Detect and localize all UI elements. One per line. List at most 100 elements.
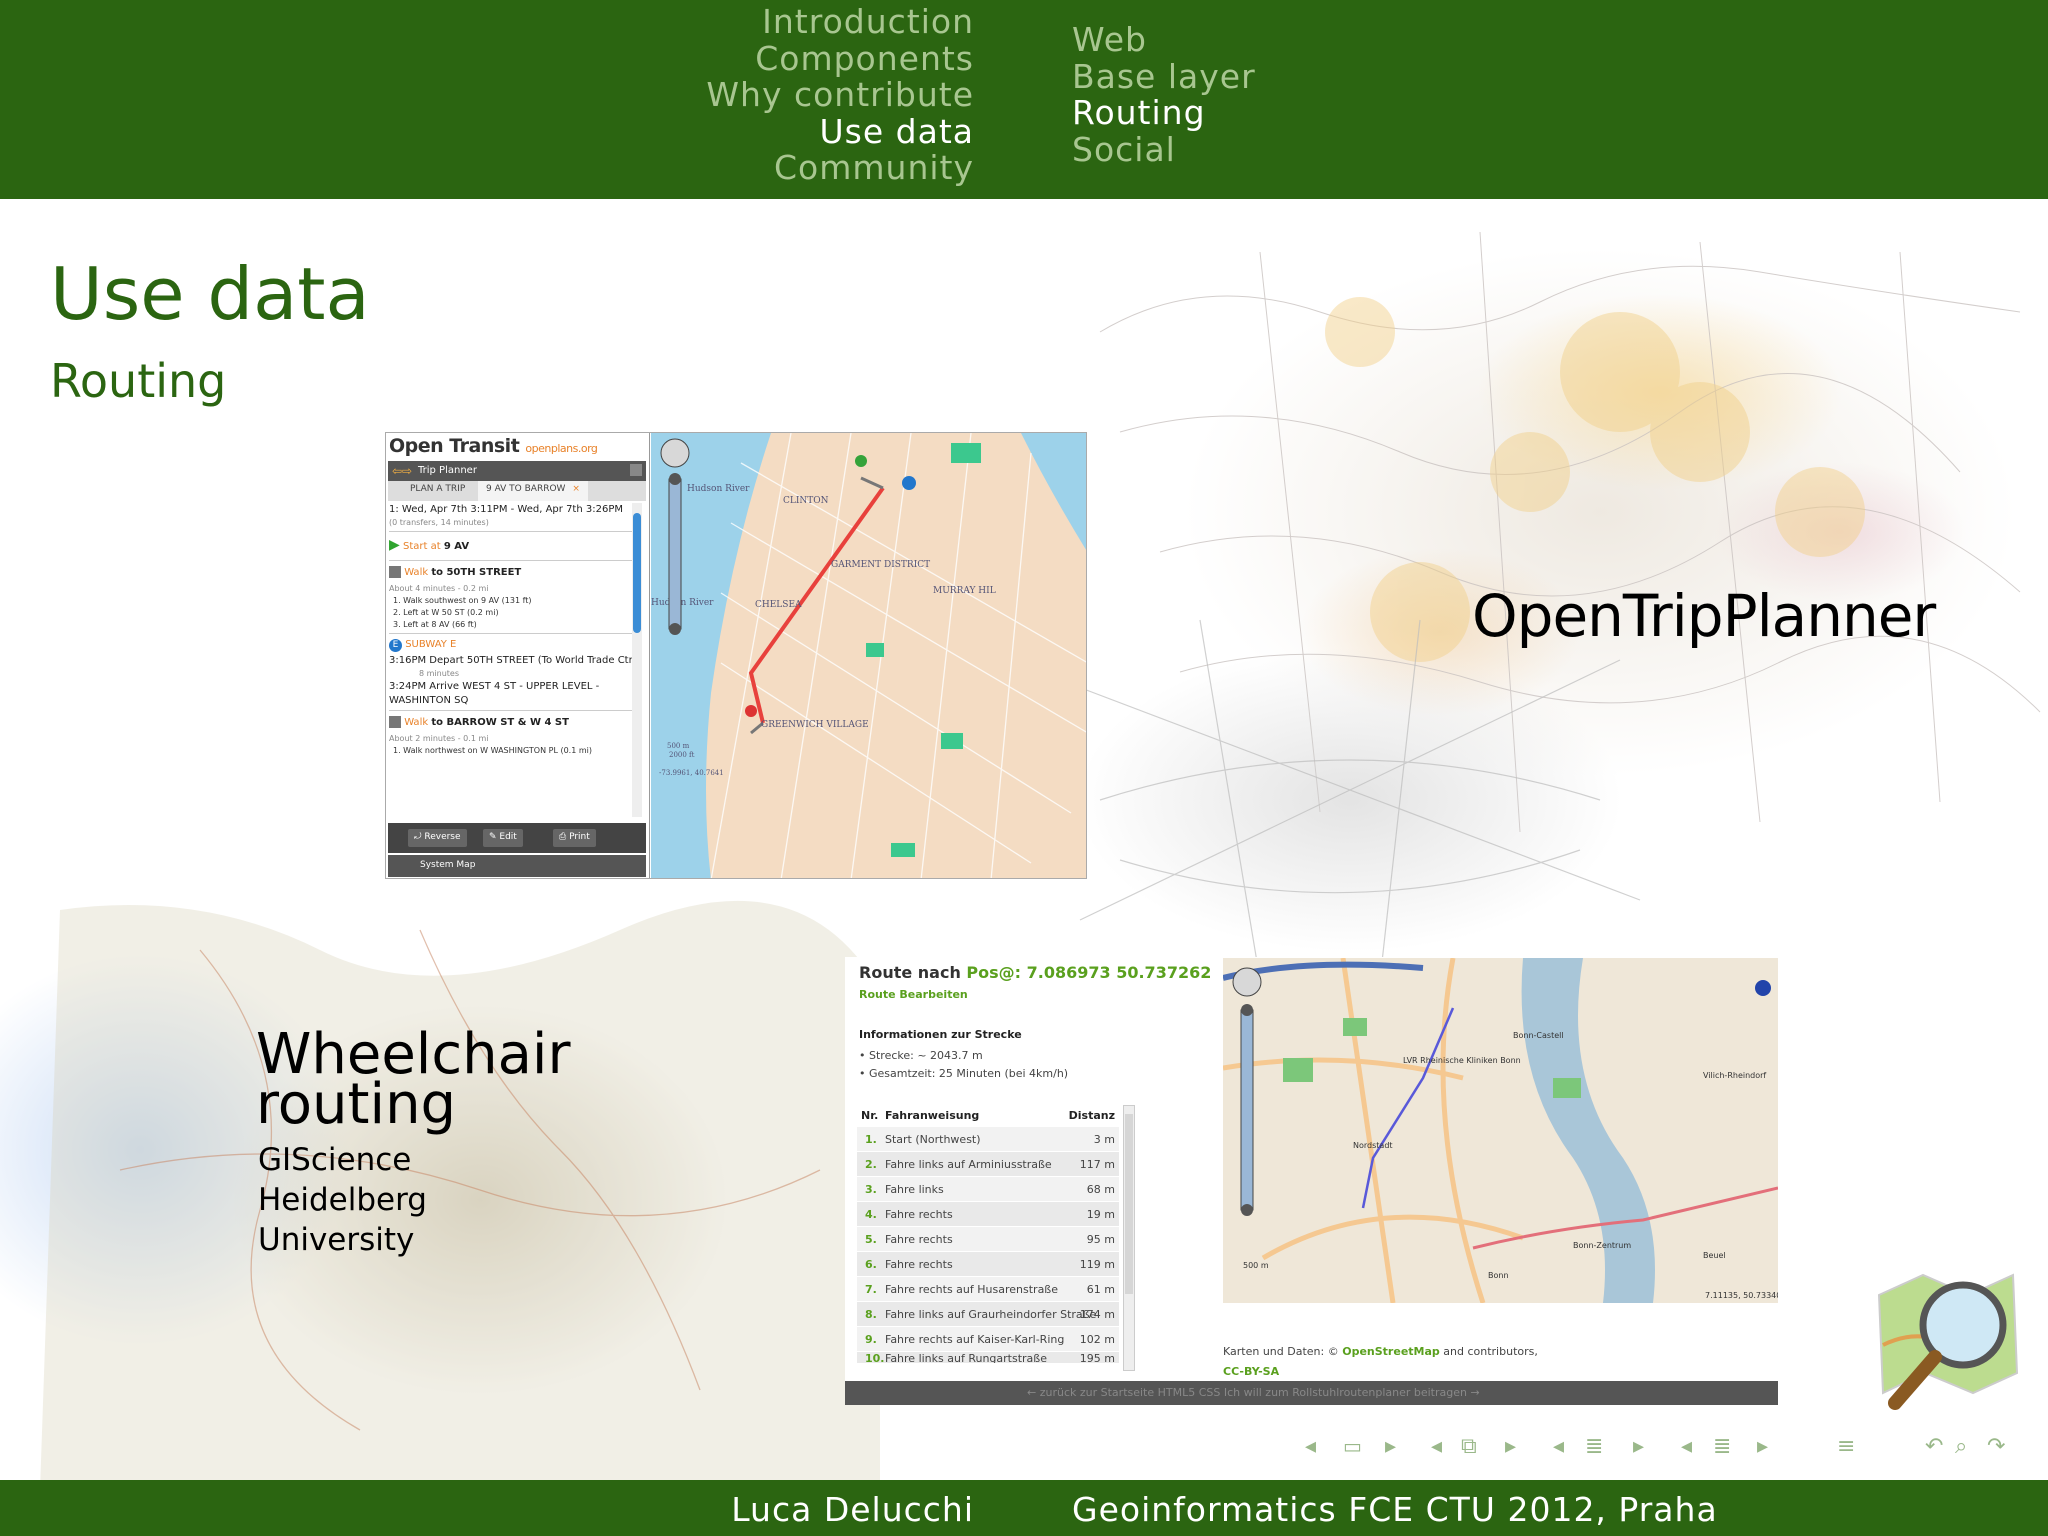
- subway-depart: 3:16PM Depart 50TH STREET (To World Trad…: [389, 655, 637, 666]
- part-forward-icon[interactable]: ▸: [1757, 1434, 1768, 1459]
- system-map-bar[interactable]: System Map: [388, 855, 646, 877]
- table-row[interactable]: 9. Fahre rechts auf Kaiser-Karl-Ring 102 m: [857, 1327, 1119, 1352]
- nav-subsection-base-layer[interactable]: Base layer: [1072, 58, 1256, 96]
- nav-section-components[interactable]: Components: [706, 40, 974, 78]
- walk1-label: Walk: [404, 567, 429, 578]
- map-label-garment: GARMENT DISTRICT: [831, 560, 930, 570]
- scrollbar-thumb[interactable]: [633, 513, 641, 633]
- frame-icon[interactable]: ▭: [1343, 1434, 1362, 1458]
- credit-university: University: [258, 1222, 415, 1258]
- map-label-bonn-zentrum: Bonn-Zentrum: [1573, 1241, 1631, 1250]
- open-transit-logo: Open Transit openplans.org: [389, 435, 598, 457]
- walk1-text: to 50TH STREET: [431, 567, 522, 578]
- footer-bar: Luca Delucchi Geoinformatics FCE CTU 201…: [0, 1480, 2048, 1536]
- openplans-link[interactable]: openplans.org: [525, 442, 597, 455]
- route-info-time: • Gesamtzeit: 25 Minuten (bei 4km/h): [859, 1067, 1069, 1080]
- subsection-forward-icon[interactable]: ▸: [1505, 1434, 1516, 1459]
- nyc-map-svg: Hudson River Hudson River CLINTON GARMEN…: [651, 433, 1086, 878]
- table-row[interactable]: 7. Fahre rechts auf Husarenstraße 61 m: [857, 1277, 1119, 1302]
- nav-subsection-web[interactable]: Web: [1072, 21, 1256, 59]
- row-nr: 1.: [865, 1133, 877, 1146]
- walk2-time: About 2 minutes - 0.1 mi: [389, 734, 489, 743]
- route-info-heading: Informationen zur Strecke: [859, 1028, 1022, 1041]
- map-coords: -73.9961, 40.7641: [659, 769, 724, 777]
- nav-section-why-contribute[interactable]: Why contribute: [706, 76, 974, 114]
- row-text: Fahre links auf Graurheindorfer Straße: [885, 1308, 1097, 1321]
- nav-subsection-social[interactable]: Social: [1072, 131, 1256, 169]
- table-row[interactable]: 5. Fahre rechts 95 m: [857, 1227, 1119, 1252]
- nav-left-arrow-icon[interactable]: ◂: [1305, 1434, 1316, 1459]
- walk1-step: 3. Left at 8 AV (66 ft): [393, 620, 477, 629]
- table-row[interactable]: 4. Fahre rechts 19 m: [857, 1202, 1119, 1227]
- scrollbar-thumb[interactable]: [1125, 1114, 1133, 1294]
- table-row[interactable]: 8. Fahre links auf Graurheindorfer Straße…: [857, 1302, 1119, 1327]
- license-link[interactable]: CC-BY-SA: [1223, 1365, 1279, 1378]
- subway-ride-time: 8 minutes: [419, 669, 460, 678]
- table-row[interactable]: 10. Fahre links auf Rungartstraße 195 m: [857, 1352, 1119, 1364]
- doc-icon[interactable]: ≡: [1837, 1434, 1855, 1459]
- open-transit-screenshot: Open Transit openplans.org ⇦⇨ Trip Plann…: [385, 432, 1087, 879]
- tab-plan-a-trip[interactable]: PLAN A TRIP: [410, 484, 465, 494]
- map-label-chelsea: CHELSEA: [755, 600, 802, 610]
- subsection-navigation: Web Base layer Routing Social: [1072, 21, 1256, 169]
- subsection-back-icon[interactable]: ◂: [1431, 1434, 1442, 1459]
- collapse-icon[interactable]: [630, 464, 642, 476]
- directions-scrollbar[interactable]: [1123, 1105, 1135, 1371]
- part-icon[interactable]: ≣: [1713, 1434, 1731, 1459]
- layer-switcher-icon: [1755, 980, 1771, 996]
- nav-section-community[interactable]: Community: [706, 149, 974, 187]
- table-row[interactable]: 1. Start (Northwest) 3 m: [857, 1127, 1119, 1152]
- itinerary-walk-1: Walk to 50TH STREET: [389, 563, 639, 583]
- nav-subsection-routing[interactable]: Routing: [1072, 94, 1256, 132]
- row-nr: 7.: [865, 1283, 877, 1296]
- map-label-hudson-river: Hudson River: [687, 484, 750, 494]
- print-label: Print: [569, 832, 590, 842]
- map-label-clinton: CLINTON: [783, 496, 829, 506]
- part-back-icon[interactable]: ◂: [1681, 1434, 1692, 1459]
- bonn-map[interactable]: Bonn Bonn-Zentrum Nordstadt Beuel Vilich…: [1223, 958, 1778, 1303]
- nyc-map[interactable]: Hudson River Hudson River CLINTON GARMEN…: [651, 433, 1086, 878]
- section-icon[interactable]: ≣: [1585, 1434, 1603, 1459]
- search-icon[interactable]: ⌕: [1955, 1434, 1967, 1459]
- itinerary-date: 1: Wed, Apr 7th 3:11PM - Wed, Apr 7th 3:…: [389, 504, 623, 515]
- nav-right-arrow-icon[interactable]: ▸: [1385, 1434, 1396, 1459]
- reverse-button[interactable]: ⤾ Reverse: [408, 829, 467, 847]
- print-button[interactable]: ⎙ Print: [553, 829, 596, 847]
- nav-section-use-data[interactable]: Use data: [706, 113, 974, 151]
- table-row[interactable]: 6. Fahre rechts 119 m: [857, 1252, 1119, 1277]
- close-tab-icon[interactable]: ×: [572, 484, 580, 494]
- zoom-track: [668, 478, 682, 630]
- edit-label: Edit: [499, 832, 517, 842]
- openstreetmap-link[interactable]: OpenStreetMap: [1342, 1345, 1440, 1358]
- itinerary-scrollbar[interactable]: [632, 503, 642, 817]
- section-forward-icon[interactable]: ▸: [1633, 1434, 1644, 1459]
- frame-title: Use data: [50, 252, 370, 336]
- nav-section-introduction[interactable]: Introduction: [706, 3, 974, 41]
- row-text: Fahre rechts: [885, 1208, 953, 1221]
- row-distance: 61 m: [1086, 1283, 1115, 1296]
- site-footer-links[interactable]: ← zurück zur Startseite HTML5 CSS Ich wi…: [845, 1381, 1778, 1405]
- rhine-river: [1521, 958, 1655, 1303]
- walk1-step: 2. Left at W 50 ST (0.2 mi): [393, 608, 499, 617]
- itinerary-subway: E SUBWAY E: [389, 636, 639, 654]
- forward-icon[interactable]: ↷: [1987, 1434, 2005, 1459]
- edit-button[interactable]: ✎ Edit: [483, 829, 523, 847]
- table-row[interactable]: 3. Fahre links 68 m: [857, 1177, 1119, 1202]
- trip-planner-header: ⇦⇨ Trip Planner: [388, 461, 646, 481]
- row-nr: 5.: [865, 1233, 877, 1246]
- table-row[interactable]: 2. Fahre links auf Arminiusstraße 117 m: [857, 1152, 1119, 1177]
- tab-route[interactable]: 9 AV TO BARROW ×: [478, 481, 588, 501]
- itinerary: 1: Wed, Apr 7th 3:11PM - Wed, Apr 7th 3:…: [389, 503, 639, 757]
- itinerary-start: ▶ Start at 9 AV: [389, 534, 639, 558]
- route-edit-link[interactable]: Route Bearbeiten: [859, 988, 968, 1001]
- subway-e-icon: E: [389, 639, 402, 652]
- route-title: Route nach Pos@: 7.086973 50.737262: [859, 963, 1211, 982]
- back-icon[interactable]: ↶: [1925, 1434, 1943, 1459]
- walk2-step: 1. Walk northwest on W WASHINGTON PL (0.…: [393, 746, 592, 755]
- row-text: Fahre rechts: [885, 1233, 953, 1246]
- zoom-in-icon: [1241, 1004, 1253, 1016]
- section-back-icon[interactable]: ◂: [1553, 1434, 1564, 1459]
- subsection-icon[interactable]: ⧉: [1461, 1434, 1477, 1459]
- map-label-murray-hill: MURRAY HIL: [933, 586, 996, 596]
- map-label-nordstadt: Nordstadt: [1353, 1141, 1393, 1150]
